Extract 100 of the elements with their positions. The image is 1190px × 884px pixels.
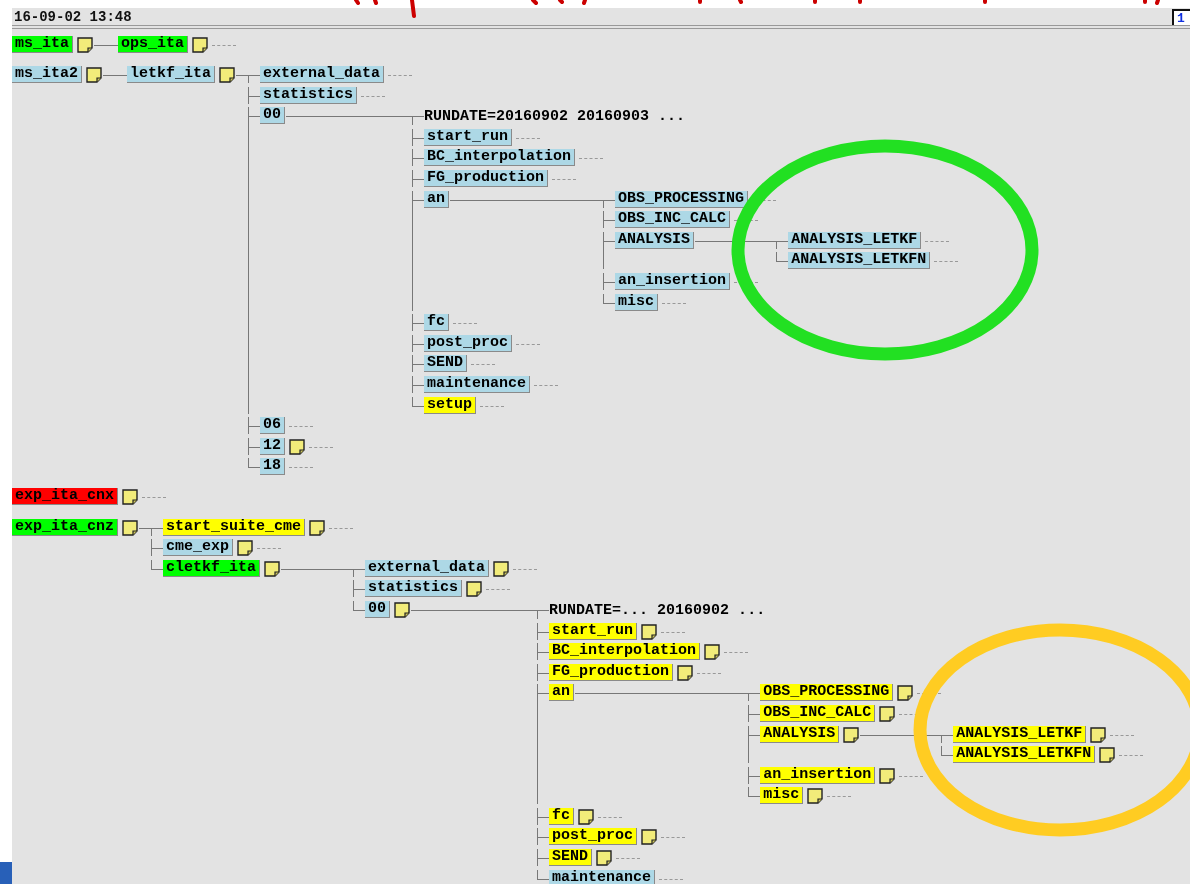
tree-node[interactable]: exp_ita_cnz: [12, 518, 119, 536]
tree-node[interactable]: letkf_ita: [127, 66, 216, 84]
note-icon[interactable]: [192, 37, 209, 53]
tree-node[interactable]: misc: [615, 293, 659, 311]
note-icon[interactable]: [493, 560, 510, 577]
tree-node[interactable]: external_data: [365, 559, 490, 577]
tree-node[interactable]: BC_interpolation: [549, 643, 701, 661]
variable-label: RUNDATE=... 20160902 ...: [549, 601, 766, 619]
note-icon[interactable]: [596, 850, 613, 867]
tree-node[interactable]: OBS_INC_CALC: [760, 704, 876, 722]
note-icon[interactable]: [264, 560, 281, 577]
tree-node[interactable]: ANALYSIS: [615, 231, 695, 249]
tree-node[interactable]: cme_exp: [163, 539, 234, 557]
note-icon[interactable]: [704, 644, 721, 661]
tree-connector: [748, 704, 761, 722]
tree-connector: [537, 643, 550, 661]
tree-connector: [748, 725, 761, 764]
tree-node[interactable]: 06: [260, 417, 286, 435]
tree-node[interactable]: start_run: [549, 622, 638, 640]
note-icon[interactable]: [879, 705, 896, 722]
note-icon[interactable]: [219, 67, 236, 84]
variable-label: RUNDATE=20160902 20160903 ...: [424, 108, 686, 126]
note-icon[interactable]: [807, 788, 824, 805]
tree-connector: [537, 663, 550, 681]
tree-connector: [412, 334, 425, 352]
tree-node[interactable]: an: [424, 190, 450, 208]
tree-node[interactable]: maintenance: [424, 376, 531, 393]
tree-node[interactable]: 00: [365, 600, 391, 618]
tree-node[interactable]: an: [549, 684, 575, 702]
tree-connector: [151, 539, 164, 557]
note-icon[interactable]: [641, 829, 658, 846]
note-icon[interactable]: [879, 767, 896, 784]
tree-node[interactable]: start_run: [424, 128, 513, 146]
note-icon[interactable]: [309, 519, 326, 536]
tree-node[interactable]: start_suite_cme: [163, 518, 306, 536]
taskbar-edge: [0, 862, 12, 884]
tree-node[interactable]: ANALYSIS_LETKF: [953, 725, 1087, 743]
tree-connector: [537, 807, 550, 825]
tree-node[interactable]: ANALYSIS: [760, 725, 840, 743]
note-icon[interactable]: [466, 581, 483, 598]
note-icon[interactable]: [1090, 726, 1107, 743]
tree-node[interactable]: exp_ita_cnx: [12, 488, 119, 506]
tree-connector: [603, 273, 616, 291]
tree-connector: [248, 437, 261, 455]
tree-node[interactable]: statistics: [365, 580, 463, 598]
note-icon[interactable]: [641, 623, 658, 640]
tree-node[interactable]: post_proc: [424, 334, 513, 352]
note-icon[interactable]: [122, 519, 139, 536]
note-icon[interactable]: [237, 540, 254, 557]
tree-node[interactable]: ms_ita: [12, 36, 73, 53]
tree-connector: [603, 211, 616, 229]
page-button[interactable]: 1: [1172, 9, 1190, 25]
tree-node[interactable]: an_insertion: [760, 766, 876, 784]
tree-node[interactable]: OBS_PROCESSING: [760, 684, 894, 702]
tree-node[interactable]: ANALYSIS_LETKFN: [788, 252, 931, 270]
tree-node[interactable]: SEND: [549, 849, 593, 867]
tree-node[interactable]: 00: [260, 107, 286, 125]
tree-node[interactable]: post_proc: [549, 828, 638, 846]
tree-node[interactable]: statistics: [260, 86, 358, 104]
tree-connector: [412, 376, 425, 393]
tree-node[interactable]: cletkf_ita: [163, 559, 261, 577]
tree-node[interactable]: external_data: [260, 66, 385, 84]
tree-node[interactable]: ANALYSIS_LETKF: [788, 231, 922, 249]
note-icon[interactable]: [897, 685, 914, 702]
tree-connector: [412, 170, 425, 188]
note-icon[interactable]: [77, 37, 93, 53]
note-icon[interactable]: [677, 664, 694, 681]
tree-node[interactable]: OBS_INC_CALC: [615, 211, 731, 229]
tree-node[interactable]: fc: [424, 314, 450, 332]
note-icon[interactable]: [289, 438, 306, 455]
note-icon[interactable]: [394, 601, 411, 618]
tree-connector: [537, 828, 550, 846]
tree-node[interactable]: misc: [760, 787, 804, 805]
note-icon[interactable]: [1099, 747, 1116, 764]
tree-connector: [748, 766, 761, 784]
note-icon[interactable]: [578, 808, 595, 825]
tree-node[interactable]: FG_production: [424, 170, 549, 188]
tree-connector: [353, 580, 366, 598]
tree-node[interactable]: BC_interpolation: [424, 149, 576, 167]
tree-node[interactable]: fc: [549, 807, 575, 825]
tree-node[interactable]: SEND: [424, 355, 468, 373]
timestamp: 16-09-02 13:48: [13, 10, 132, 25]
tree-node[interactable]: 12: [260, 437, 286, 455]
note-icon[interactable]: [86, 67, 102, 84]
tree-node[interactable]: 18: [260, 458, 286, 476]
note-icon[interactable]: [843, 726, 860, 743]
tree-connector: [537, 622, 550, 640]
tree-node[interactable]: setup: [424, 396, 477, 414]
tree-connector: [248, 417, 261, 435]
tree-node[interactable]: ms_ita2: [12, 66, 82, 84]
note-icon[interactable]: [122, 489, 139, 506]
tree-node[interactable]: ops_ita: [118, 36, 189, 53]
tree-node[interactable]: OBS_PROCESSING: [615, 190, 749, 208]
tree-node[interactable]: maintenance: [549, 869, 656, 884]
tree-node[interactable]: FG_production: [549, 663, 674, 681]
tree-connector: [248, 86, 261, 104]
tree-node[interactable]: an_insertion: [615, 273, 731, 291]
tree-connector: [537, 849, 550, 867]
tree-connector: [412, 128, 425, 146]
tree-node[interactable]: ANALYSIS_LETKFN: [953, 746, 1096, 764]
